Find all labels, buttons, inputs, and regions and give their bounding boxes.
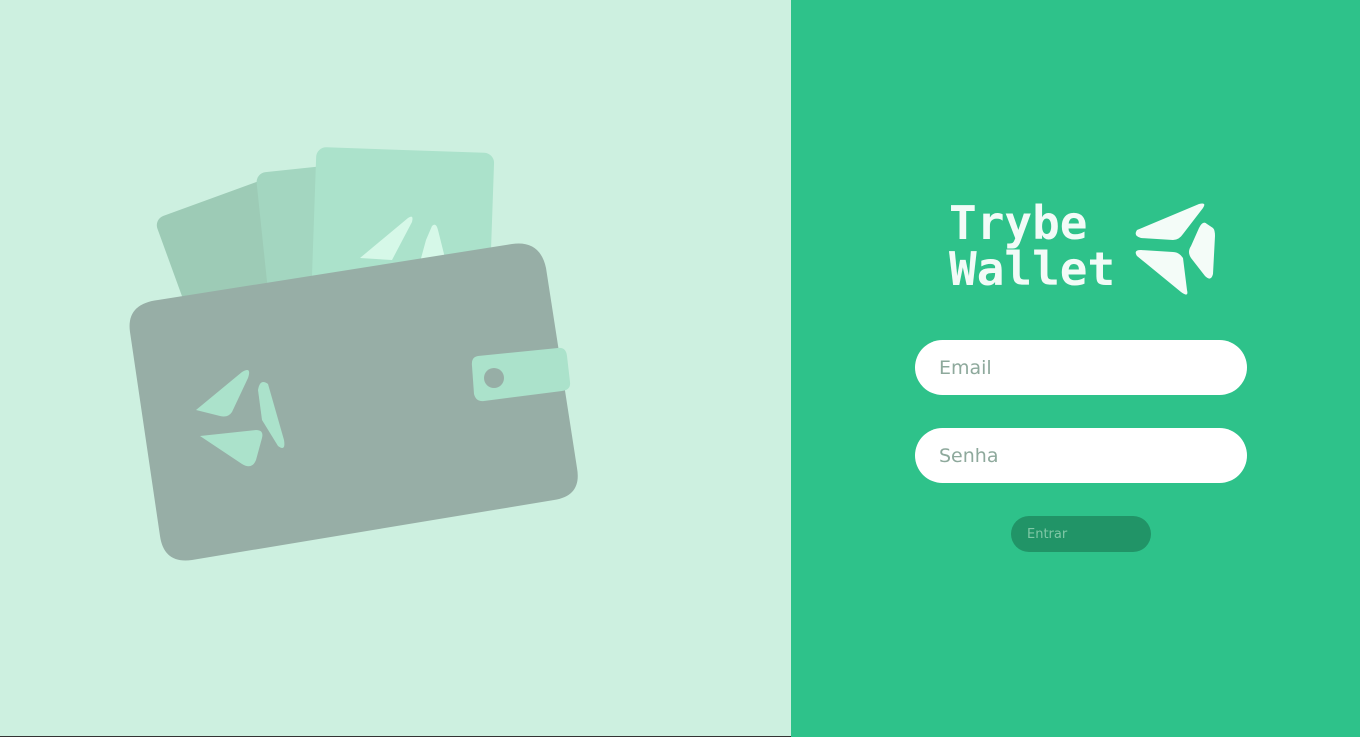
brand-logo: Trybe Wallet	[949, 200, 1229, 300]
login-page: Trybe Wallet Entrar	[0, 0, 1360, 737]
email-input[interactable]	[915, 340, 1247, 395]
brand-line-2: Wallet	[949, 242, 1116, 296]
illustration-panel	[0, 0, 791, 737]
brand-line-1: Trybe	[949, 196, 1088, 250]
login-panel: Trybe Wallet Entrar	[791, 0, 1360, 737]
brand-name: Trybe Wallet	[949, 200, 1115, 292]
password-input[interactable]	[915, 428, 1247, 483]
trybe-arrow-icon	[1135, 203, 1215, 295]
wallet-illustration	[129, 147, 578, 561]
submit-button[interactable]: Entrar	[1011, 516, 1151, 552]
